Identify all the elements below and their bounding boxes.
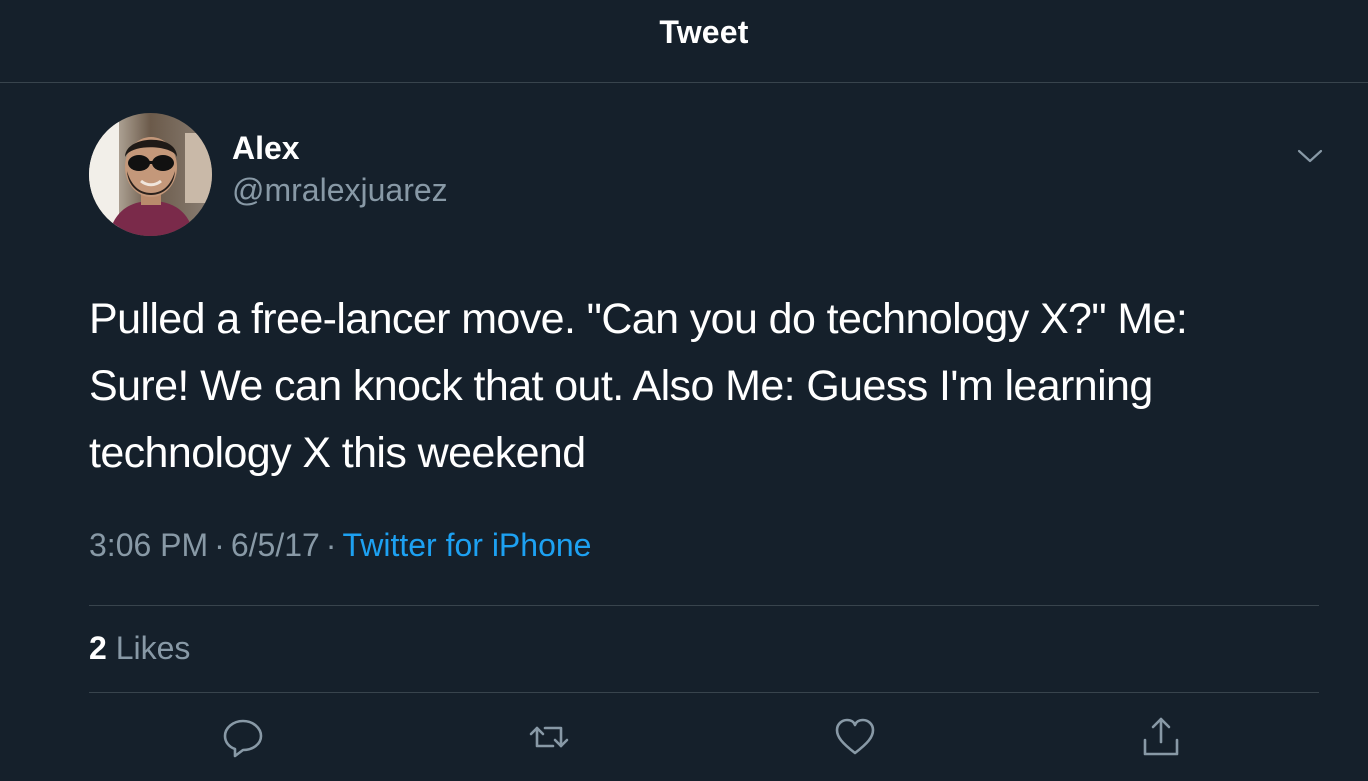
- heart-icon: [835, 718, 875, 755]
- reply-button[interactable]: [218, 712, 268, 762]
- nav-header: Tweet: [0, 0, 1368, 83]
- divider: [89, 605, 1319, 606]
- tweet-time: 3:06 PM: [89, 527, 209, 563]
- avatar[interactable]: [89, 113, 212, 236]
- page-title: Tweet: [659, 14, 749, 50]
- likes-row[interactable]: 2 Likes: [89, 630, 190, 667]
- chevron-down-icon[interactable]: [1294, 140, 1326, 172]
- retweet-button[interactable]: [524, 712, 574, 762]
- tweet-meta: 3:06 PM · 6/5/17 · Twitter for iPhone: [89, 527, 591, 564]
- meta-separator: ·: [214, 527, 225, 563]
- author-handle[interactable]: @mralexjuarez: [232, 172, 448, 209]
- user-avatar-image: [89, 113, 212, 236]
- likes-label: Likes: [115, 630, 191, 666]
- likes-count: 2: [89, 630, 107, 666]
- reply-icon: [223, 719, 263, 758]
- share-icon: [1143, 717, 1179, 756]
- tweet-text: Pulled a free-lancer move. "Can you do t…: [89, 295, 1188, 477]
- tweet-source-link[interactable]: Twitter for iPhone: [342, 527, 591, 563]
- like-button[interactable]: [830, 712, 880, 762]
- meta-separator: ·: [325, 527, 337, 563]
- author-name[interactable]: Alex: [232, 130, 300, 167]
- divider: [89, 692, 1319, 693]
- share-button[interactable]: [1136, 712, 1186, 762]
- retweet-icon: [529, 726, 569, 748]
- tweet-date: 6/5/17: [230, 527, 320, 563]
